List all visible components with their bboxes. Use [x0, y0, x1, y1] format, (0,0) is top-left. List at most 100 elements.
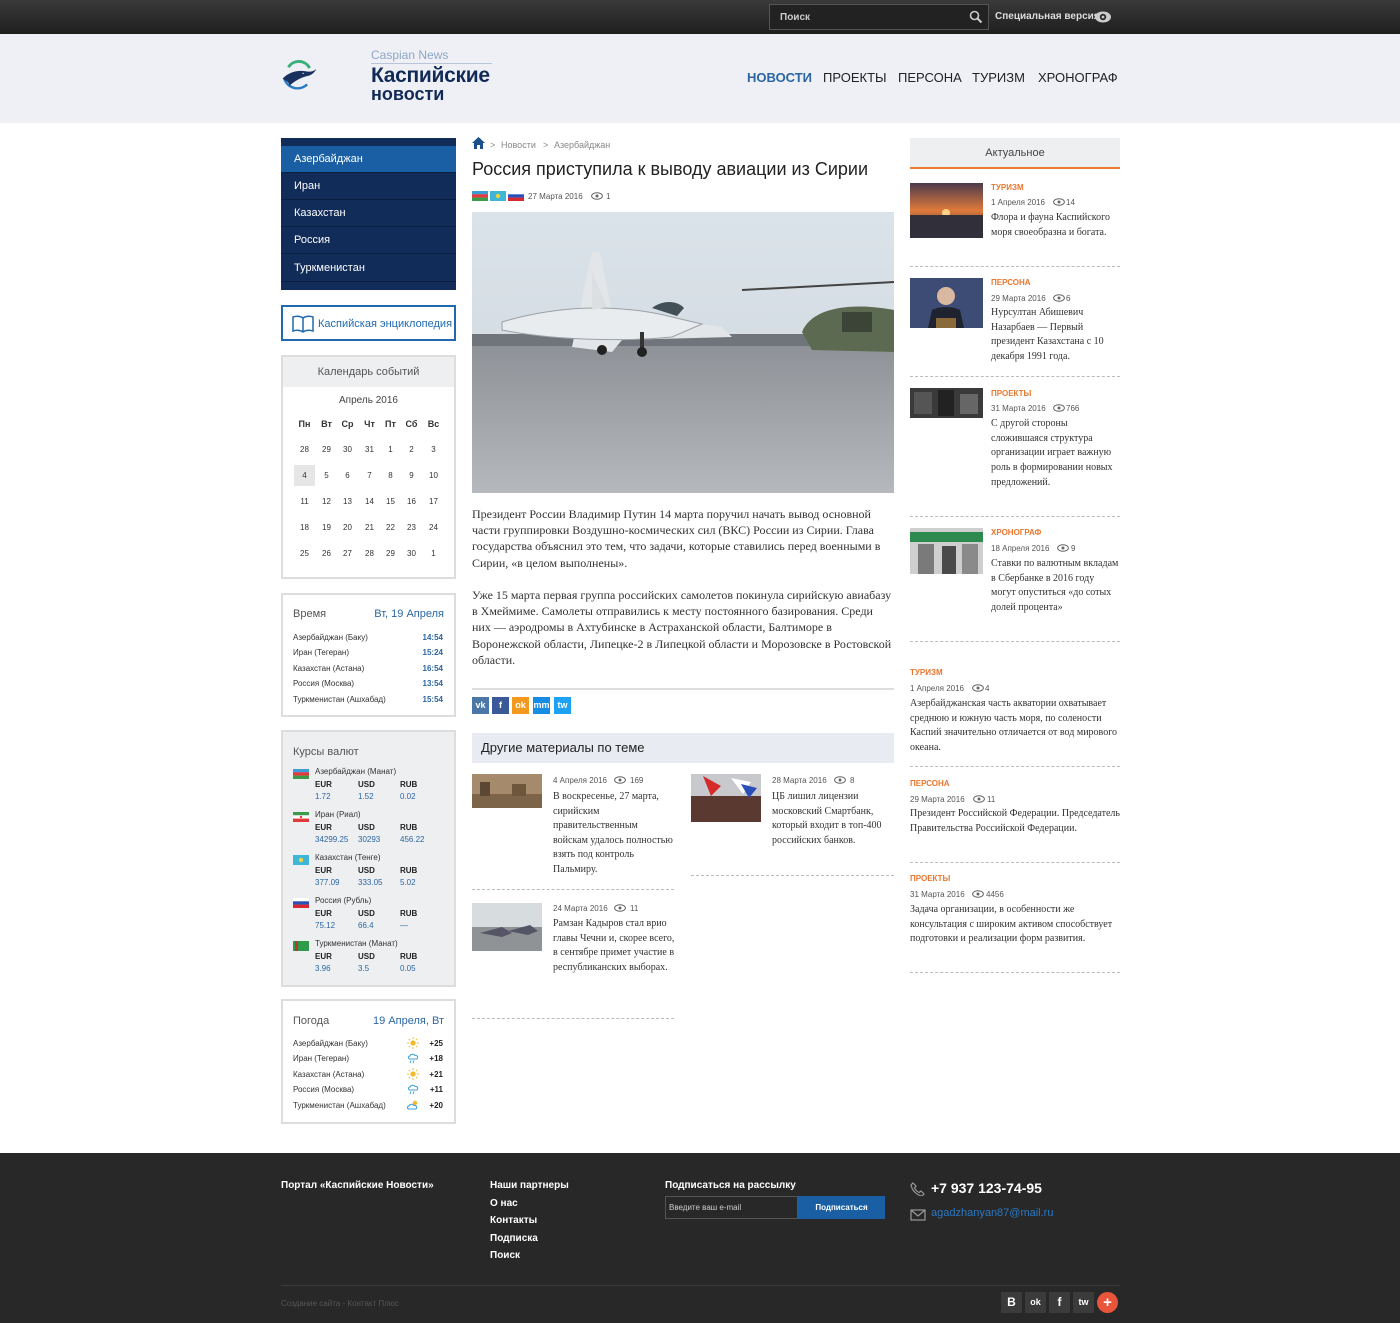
footer-link-partners[interactable]: Наши партнеры — [490, 1180, 569, 1191]
calendar-day[interactable]: 8 — [380, 465, 401, 486]
calendar-day[interactable]: 20 — [337, 517, 358, 538]
calendar-day[interactable]: 14 — [359, 491, 380, 512]
social-odnoklassniki-button[interactable]: ok — [1025, 1292, 1046, 1313]
actual-excerpt[interactable]: Азербайджанская часть акватории охватыва… — [910, 697, 1125, 756]
country-item-azerbaijan[interactable]: Азербайджан — [281, 146, 456, 173]
breadcrumb-azerbaijan[interactable]: Азербайджан — [554, 140, 610, 150]
calendar-day[interactable]: 24 — [423, 517, 444, 538]
calendar-day[interactable]: 1 — [423, 543, 444, 564]
nav-chronograph[interactable]: ХРОНОГРАФ — [1038, 70, 1118, 85]
news-excerpt[interactable]: В воскресенье, 27 марта, сирийским прави… — [553, 790, 675, 878]
calendar-day[interactable]: 13 — [337, 491, 358, 512]
actual-category[interactable]: Хронограф — [991, 528, 1041, 537]
calendar-day[interactable]: 16 — [401, 491, 422, 512]
calendar-day[interactable]: 23 — [401, 517, 422, 538]
calendar-day[interactable]: 17 — [423, 491, 444, 512]
country-item-iran[interactable]: Иран — [281, 173, 456, 200]
actual-thumbnail[interactable] — [910, 528, 983, 574]
calendar-day[interactable]: 3 — [423, 439, 444, 460]
actual-category[interactable]: Персона — [910, 779, 950, 788]
news-thumbnail[interactable] — [691, 774, 761, 822]
social-vk-button[interactable]: В — [1001, 1292, 1022, 1313]
footer-phone[interactable]: +7 937 123-74-95 — [931, 1180, 1042, 1196]
news-excerpt[interactable]: Рамзан Кадыров стал врио главы Чечни и, … — [553, 917, 675, 975]
news-thumbnail[interactable] — [472, 903, 542, 951]
calendar-day[interactable]: 2 — [401, 439, 422, 460]
calendar-day[interactable]: 1 — [380, 439, 401, 460]
actual-thumbnail[interactable] — [910, 388, 983, 418]
calendar-day[interactable]: 22 — [380, 517, 401, 538]
subscribe-button[interactable]: Подписаться — [798, 1196, 885, 1219]
actual-category[interactable]: Туризм — [991, 183, 1024, 192]
country-item-kazakhstan[interactable]: Казахстан — [281, 200, 456, 227]
logo-sturgeon-icon[interactable] — [281, 44, 371, 106]
calendar-day[interactable]: 15 — [380, 491, 401, 512]
country-item-turkmenistan[interactable]: Туркменистан — [281, 255, 456, 282]
search-box[interactable] — [769, 4, 989, 30]
calendar-day[interactable]: 7 — [359, 465, 380, 486]
calendar-day[interactable]: 28 — [359, 543, 380, 564]
calendar-day[interactable]: 10 — [423, 465, 444, 486]
calendar-day[interactable]: 12 — [316, 491, 337, 512]
search-icon[interactable] — [969, 10, 983, 24]
footer-link-subscription[interactable]: Подписка — [490, 1233, 538, 1244]
share-mymail-button[interactable]: mm — [533, 697, 550, 714]
actual-category[interactable]: Проекты — [991, 389, 1031, 398]
search-input[interactable] — [770, 5, 966, 29]
calendar-day[interactable]: 26 — [316, 543, 337, 564]
nav-persona[interactable]: ПЕРСОНА — [898, 70, 962, 85]
actual-excerpt[interactable]: Ставки по валютным вкладам в Сбербанке в… — [991, 557, 1119, 616]
share-vk-button[interactable]: vk — [472, 697, 489, 714]
breadcrumb-news[interactable]: Новости — [501, 140, 536, 150]
encyclopedia-button[interactable]: Каспийская энциклопедия — [281, 305, 456, 341]
actual-excerpt[interactable]: Нурсултан Абишевич Назарбаев — Первый пр… — [991, 306, 1119, 365]
actual-thumbnail[interactable] — [910, 278, 983, 328]
calendar-day[interactable]: 4 — [294, 465, 315, 486]
share-odnoklassniki-button[interactable]: ok — [512, 697, 529, 714]
calendar-day[interactable]: 21 — [359, 517, 380, 538]
actual-excerpt[interactable]: С другой стороны сложившаяся структура о… — [991, 417, 1119, 491]
calendar-day[interactable]: 30 — [337, 439, 358, 460]
calendar-day[interactable]: 29 — [380, 543, 401, 564]
country-item-russia[interactable]: Россия — [281, 227, 456, 254]
social-facebook-button[interactable]: f — [1049, 1292, 1070, 1313]
footer-link-contacts[interactable]: Контакты — [490, 1215, 537, 1226]
footer-email[interactable]: agadzhanyan87@mail.ru — [931, 1207, 1053, 1219]
subscribe-email-input[interactable] — [665, 1196, 798, 1219]
calendar-day[interactable]: 29 — [316, 439, 337, 460]
calendar-day[interactable]: 31 — [359, 439, 380, 460]
actual-excerpt[interactable]: Президент Российской Федерации. Председа… — [910, 807, 1125, 836]
calendar-day[interactable]: 5 — [316, 465, 337, 486]
social-google-plus-button[interactable]: + — [1097, 1292, 1118, 1313]
calendar-day[interactable]: 6 — [337, 465, 358, 486]
nav-tourism[interactable]: ТУРИЗМ — [972, 70, 1025, 85]
actual-category[interactable]: Персона — [991, 278, 1031, 287]
news-excerpt[interactable]: ЦБ лишил лицензии московский Смартбанк, … — [772, 790, 894, 848]
actual-excerpt[interactable]: Флора и фауна Каспийского моря своеобраз… — [991, 211, 1119, 240]
news-thumbnail[interactable] — [472, 774, 542, 808]
calendar-day[interactable]: 25 — [294, 543, 315, 564]
calendar-day[interactable]: 18 — [294, 517, 315, 538]
calendar-day[interactable]: 30 — [401, 543, 422, 564]
actual-category[interactable]: Проекты — [910, 874, 950, 883]
nav-news[interactable]: НОВОСТИ — [747, 70, 812, 85]
home-icon[interactable] — [472, 137, 485, 149]
actual-category[interactable]: Туризм — [910, 668, 943, 677]
footer-link-about[interactable]: О нас — [490, 1198, 518, 1209]
calendar-day[interactable]: 28 — [294, 439, 315, 460]
footer-credit[interactable]: Создание сайта - Контакт Плюс — [281, 1299, 399, 1308]
nav-projects[interactable]: ПРОЕКТЫ — [823, 70, 887, 85]
actual-excerpt[interactable]: Задача организации, в особенности же кон… — [910, 903, 1125, 947]
calendar-day[interactable]: 9 — [401, 465, 422, 486]
social-twitter-button[interactable]: tw — [1073, 1292, 1094, 1313]
special-version-link[interactable]: Специальная версия — [995, 11, 1100, 22]
share-facebook-button[interactable]: f — [492, 697, 509, 714]
share-twitter-button[interactable]: tw — [554, 697, 571, 714]
actual-thumbnail[interactable] — [910, 183, 983, 238]
calendar-day[interactable]: 19 — [316, 517, 337, 538]
calendar-month[interactable]: Апрель 2016 — [283, 395, 454, 406]
footer-link-search[interactable]: Поиск — [490, 1250, 520, 1261]
calendar-day[interactable]: 27 — [337, 543, 358, 564]
calendar-day[interactable]: 11 — [294, 491, 315, 512]
eye-icon[interactable] — [1094, 10, 1112, 24]
